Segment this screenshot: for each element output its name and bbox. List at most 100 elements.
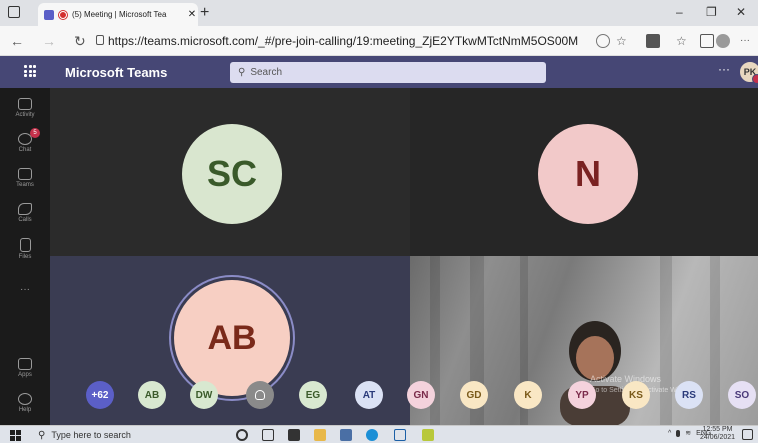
rail-label-apps: Apps: [18, 372, 32, 378]
lock-icon[interactable]: [96, 35, 104, 45]
network-icon[interactable]: ≋: [685, 429, 691, 437]
teams-header: Microsoft Teams ⚲ Search ··· PK: [0, 56, 758, 88]
chat-badge: 5: [30, 128, 40, 138]
video-person-image: [560, 321, 630, 425]
rail-item-apps[interactable]: Apps: [0, 358, 50, 378]
clock-date: 24/06/2021: [700, 434, 736, 441]
participant-chip-label: KS: [629, 389, 643, 401]
rail-item-chat[interactable]: Chat: [0, 133, 50, 153]
apps-icon: [18, 358, 32, 370]
participant-chip[interactable]: AT: [355, 381, 383, 409]
close-window-button[interactable]: ✕: [736, 5, 746, 19]
mail-icon[interactable]: [340, 429, 352, 441]
rail-item-calls[interactable]: Calls: [0, 203, 50, 223]
app-title: Microsoft Teams: [65, 65, 168, 80]
file-explorer-icon[interactable]: [314, 429, 326, 441]
maximize-button[interactable]: ❐: [706, 5, 717, 19]
mic-icon[interactable]: [676, 429, 681, 437]
participant-chip[interactable]: AB: [138, 381, 166, 409]
participant-chip-label: EG: [305, 389, 321, 401]
chevron-up-icon[interactable]: ^: [668, 430, 671, 437]
participant-initials-ab: AB: [207, 318, 257, 357]
browser-menu-icon[interactable]: [8, 6, 20, 18]
extension-icon[interactable]: [646, 34, 660, 48]
windows-taskbar: ⚲ Type here to search ^ ≋ ENG 12:55 PM 2…: [0, 425, 758, 443]
collections-icon[interactable]: [700, 34, 714, 48]
recording-icon: [59, 10, 67, 19]
participant-chip-label: GN: [413, 389, 429, 401]
new-tab-button[interactable]: +: [200, 4, 209, 22]
taskbar-search-placeholder: Type here to search: [51, 430, 131, 440]
search-placeholder: Search: [250, 67, 283, 78]
teams-favicon-icon: [44, 9, 54, 20]
rail-item-help[interactable]: Help: [0, 393, 50, 413]
participant-initials-sc: SC: [206, 153, 257, 194]
browser-tab-strip: (5) Meeting | Microsoft Tea ✕ + – ❐ ✕: [0, 0, 758, 26]
participant-tile-n[interactable]: N: [410, 88, 758, 256]
profile-icon[interactable]: [716, 34, 730, 48]
participant-chip-label: AT: [362, 389, 376, 401]
participant-avatar-ab: AB: [174, 280, 290, 396]
bell-icon: [18, 98, 32, 110]
more-participants-button[interactable]: +62: [86, 381, 114, 409]
participant-chip[interactable]: GN: [407, 381, 435, 409]
taskbar-clock[interactable]: 12:55 PM 24/06/2021: [700, 426, 735, 442]
forward-icon[interactable]: →: [42, 33, 56, 49]
outlook-icon[interactable]: [394, 429, 406, 441]
file-icon: [19, 238, 31, 252]
address-row: ← → ↻ https://teams.microsoft.com/_#/pre…: [0, 26, 758, 56]
refresh-icon[interactable]: ↻: [74, 33, 86, 50]
rail-label-calls: Calls: [18, 217, 32, 223]
browser-tab[interactable]: (5) Meeting | Microsoft Tea ✕: [38, 3, 198, 26]
participant-chip[interactable]: EG: [299, 381, 327, 409]
taskbar-search-icon: ⚲: [38, 429, 46, 441]
more-options-button[interactable]: ···: [718, 62, 730, 76]
phone-icon: [18, 203, 32, 215]
participant-chip-label: GD: [466, 389, 482, 401]
notifications-icon[interactable]: [742, 429, 753, 440]
participant-chip[interactable]: [246, 381, 274, 409]
user-avatar[interactable]: PK: [738, 60, 758, 84]
windows-start-icon[interactable]: [10, 430, 21, 441]
rail-item-activity[interactable]: Activity: [0, 98, 50, 118]
meeting-stage: SC N AB Activate Windows Go to Settings …: [50, 88, 758, 425]
minimize-button[interactable]: –: [676, 5, 683, 19]
back-icon[interactable]: ←: [10, 33, 24, 49]
rail-label-activity: Activity: [15, 112, 35, 118]
participant-chip[interactable]: SO: [728, 381, 756, 409]
participant-tile-sc[interactable]: SC: [50, 88, 410, 256]
search-input[interactable]: ⚲ Search: [230, 62, 546, 83]
participant-chip[interactable]: RS: [675, 381, 703, 409]
teams-icon: [18, 168, 32, 180]
camera-permission-icon[interactable]: [596, 34, 610, 48]
notes-icon[interactable]: [422, 429, 434, 441]
cortana-icon[interactable]: [236, 429, 248, 441]
rail-item-files[interactable]: Files: [0, 238, 50, 260]
participant-chip[interactable]: K: [514, 381, 542, 409]
favorites-bar-icon[interactable]: ☆: [676, 34, 690, 48]
rail-item-more[interactable]: ···: [0, 284, 50, 295]
rail-label-help: Help: [18, 407, 32, 413]
participant-chip[interactable]: GD: [460, 381, 488, 409]
person-icon: [255, 390, 265, 400]
rail-item-teams[interactable]: Teams: [0, 168, 50, 188]
participant-chip[interactable]: YP: [568, 381, 596, 409]
participant-chip-label: RS: [682, 389, 696, 401]
taskbar-search[interactable]: ⚲ Type here to search: [38, 428, 131, 442]
participant-chip-label: K: [524, 389, 532, 401]
favorite-icon[interactable]: ☆: [616, 34, 630, 48]
clock-time: 12:55 PM: [702, 426, 733, 433]
browser-more-icon[interactable]: ···: [740, 35, 750, 46]
tab-close-icon[interactable]: ✕: [186, 9, 198, 20]
url-field[interactable]: https://teams.microsoft.com/_#/pre-join-…: [108, 31, 578, 51]
participant-chip-label: SO: [734, 389, 750, 401]
store-icon[interactable]: [288, 429, 300, 441]
participant-chip[interactable]: DW: [190, 381, 218, 409]
app-launcher-icon[interactable]: [24, 65, 36, 77]
participant-chip[interactable]: KS: [622, 381, 650, 409]
edge-icon[interactable]: [366, 429, 378, 441]
task-view-icon[interactable]: [262, 429, 274, 441]
rail-label-chat: Chat: [18, 147, 32, 153]
participant-avatar-sc: SC: [182, 124, 282, 224]
participant-chip-label: +62: [91, 389, 109, 401]
